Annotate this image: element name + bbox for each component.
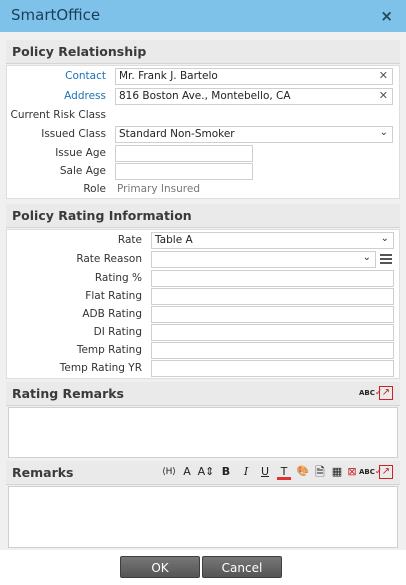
font-size-icon[interactable]: A⇕ [196,464,216,480]
issue-age-label: Issue Age [55,147,106,159]
temp-rating-yr-label: Temp Rating YR [59,362,142,374]
dialog-body: Policy Relationship Contact Mr. Frank J.… [0,32,406,550]
section-title: Policy Rating Information [12,208,192,223]
current-risk-class-label: Current Risk Class [10,109,107,121]
policy-rating-header: Policy Rating Information [6,204,400,228]
issued-class-select[interactable]: Standard Non-Smoker ⌄ [115,126,393,143]
address-field[interactable]: 816 Boston Ave., Montebello, CA ✕ [115,88,393,105]
window-title: SmartOffice [11,6,101,24]
font-family-icon[interactable]: ⟨H⟩ [159,464,179,480]
adb-rating-input[interactable] [151,306,394,323]
di-rating-label: DI Rating [93,326,142,338]
list-icon[interactable] [380,254,392,264]
rate-reason-row: Rate Reason ⌄ [7,251,399,269]
rating-pct-input[interactable] [151,270,394,287]
issued-class-value: Standard Non-Smoker [119,128,235,140]
sale-age-label: Sale Age [59,165,106,177]
role-label: Role [83,183,106,195]
rating-remarks-textarea[interactable] [8,407,398,458]
issue-age-input[interactable] [115,145,253,162]
highlight-icon[interactable]: T [277,464,291,480]
clear-contact-icon[interactable]: ✕ [379,70,388,81]
rate-value: Table A [155,234,193,246]
close-icon[interactable]: × [380,7,393,25]
chevron-down-icon: ⌄ [379,127,388,138]
dialog-footer: OK Cancel [0,550,406,585]
issue-age-row: Issue Age [7,145,399,163]
sale-age-row: Sale Age [7,163,399,181]
address-value: 816 Boston Ave., Montebello, CA [119,90,291,102]
delete-table-icon[interactable]: ⊠ [345,464,359,480]
contact-value: Mr. Frank J. Bartelo [119,70,218,82]
adb-rating-label: ADB Rating [82,308,142,320]
rate-reason-label: Rate Reason [76,253,142,265]
flat-rating-input[interactable] [151,288,394,305]
document-icon[interactable]: 🗎 [313,464,327,480]
contact-link[interactable]: Contact [65,70,106,82]
address-row: Address 816 Boston Ave., Montebello, CA … [7,88,399,106]
rate-label: Rate [117,234,142,246]
di-rating-input[interactable] [151,324,394,341]
spellcheck-text: ABC [359,468,375,476]
flat-rating-label: Flat Rating [85,290,142,302]
section-title: Rating Remarks [12,386,124,401]
rating-pct-row: Rating % [7,270,399,288]
chevron-down-icon: ⌄ [380,233,389,244]
bold-icon[interactable]: B [220,464,232,480]
issued-class-row: Issued Class Standard Non-Smoker ⌄ [7,126,399,144]
rate-reason-select[interactable]: ⌄ [151,251,376,268]
clear-address-icon[interactable]: ✕ [379,90,388,101]
role-value: Primary Insured [117,183,201,195]
rate-row: Rate Table A ⌄ [7,232,399,250]
spellcheck-icon[interactable]: ABC✓ [359,385,382,401]
current-risk-class-row: Current Risk Class [7,107,399,125]
paint-bucket-icon[interactable]: 🎨 [295,464,311,480]
temp-rating-input[interactable] [151,342,394,359]
ok-button[interactable]: OK [120,556,200,578]
temp-rating-yr-row: Temp Rating YR [7,360,399,378]
rating-pct-label: Rating % [94,272,142,284]
remarks-textarea[interactable] [8,486,398,548]
address-link[interactable]: Address [64,90,106,102]
spellcheck-icon[interactable]: ABC✓ [359,464,382,480]
di-rating-row: DI Rating [7,324,399,342]
policy-relationship-panel: Contact Mr. Frank J. Bartelo ✕ Address 8… [6,65,400,199]
rating-remarks-header: Rating Remarks ABC✓ ↗ [6,382,400,406]
cancel-button[interactable]: Cancel [202,556,282,578]
table-icon[interactable]: ▦ [329,464,345,480]
issued-class-label: Issued Class [41,128,106,140]
underline-icon[interactable]: U [259,464,271,480]
chevron-down-icon: ⌄ [362,252,371,263]
spellcheck-text: ABC [359,389,375,397]
italic-icon[interactable]: I [240,464,252,480]
font-color-icon[interactable]: A [181,464,193,480]
section-title: Policy Relationship [12,44,147,59]
adb-rating-row: ADB Rating [7,306,399,324]
remarks-header: Remarks ⟨H⟩ A A⇕ B I U T 🎨 🗎 ▦ ⊠ ABC✓ ↗ [6,461,400,485]
temp-rating-label: Temp Rating [76,344,142,356]
sale-age-input[interactable] [115,163,253,180]
policy-rating-panel: Rate Table A ⌄ Rate Reason ⌄ Rating % Fl… [6,229,400,379]
section-title: Remarks [12,465,74,480]
temp-rating-row: Temp Rating [7,342,399,360]
flat-rating-row: Flat Rating [7,288,399,306]
temp-rating-yr-input[interactable] [151,360,394,377]
expand-icon[interactable]: ↗ [379,386,393,400]
contact-row: Contact Mr. Frank J. Bartelo ✕ [7,68,399,86]
policy-relationship-header: Policy Relationship [6,40,400,64]
rate-select[interactable]: Table A ⌄ [151,232,394,249]
title-bar: SmartOffice × [0,0,406,32]
expand-icon[interactable]: ↗ [379,465,393,479]
contact-field[interactable]: Mr. Frank J. Bartelo ✕ [115,68,393,85]
role-row: Role Primary Insured [7,181,399,199]
